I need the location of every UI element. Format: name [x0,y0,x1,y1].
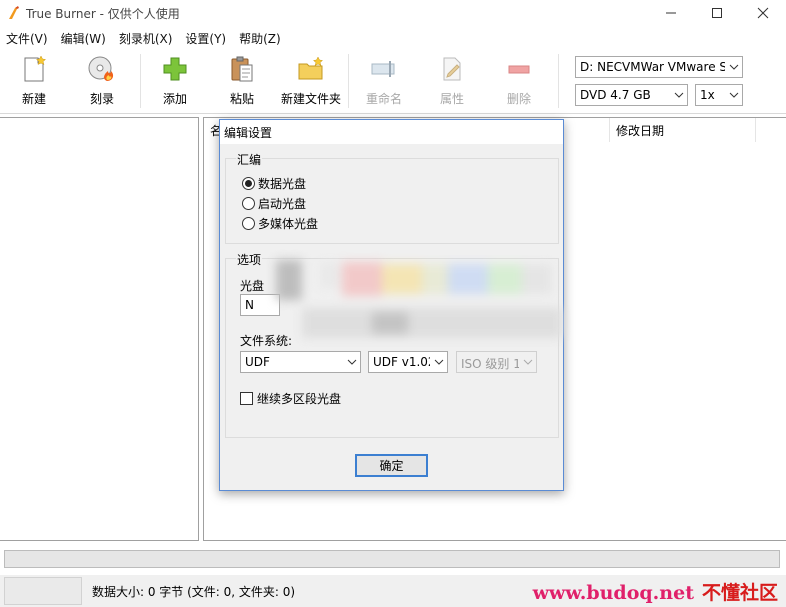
radio-data-disc-label: 数据光盘 [258,177,307,191]
maximize-icon [712,8,722,18]
file-system-value: UDF [245,355,270,369]
rename-button-label: 重命名 [365,92,402,106]
add-button[interactable]: 添加 [153,54,197,112]
speed-select[interactable]: 1x [695,84,743,106]
column-header-modified-label: 修改日期 [616,124,665,138]
disc-type-select[interactable]: DVD 4.7 GB [575,84,688,106]
multisession-label: 继续多区段光盘 [257,392,342,406]
new-document-icon [24,55,47,82]
status-bar: 数据大小: 0 字节 (文件: 0, 文件夹: 0) www.budoq.net… [0,575,786,607]
minimize-button[interactable] [648,0,694,26]
toolbar-separator [558,54,559,108]
watermark: www.budoq.net 不懂社区 [533,578,778,605]
multisession-checkbox[interactable]: 继续多区段光盘 [240,390,341,407]
menu-file[interactable]: 文件(V) [0,27,55,47]
rename-button[interactable]: 重命名 [362,54,406,112]
rename-icon [371,61,395,77]
delete-minus-icon [508,65,530,74]
udf-version-value: UDF v1.02 [373,355,436,369]
speed-value: 1x [700,88,715,102]
add-plus-icon [163,57,187,81]
chevron-down-icon [343,352,360,372]
chevron-down-icon [519,352,536,372]
file-system-select[interactable]: UDF [240,351,361,373]
menu-recorder[interactable]: 刻录机(X) [113,27,180,47]
iso-level-select[interactable]: ISO 级别 1 [456,351,537,373]
options-group-label: 选项 [236,251,263,268]
paste-button[interactable]: 粘贴 [220,54,264,112]
radio-boot-disc[interactable]: 启动光盘 [242,195,306,212]
chevron-down-icon [430,352,447,372]
drive-select[interactable]: D: NECVMWar VMware S [575,56,743,78]
radio-boot-disc-label: 启动光盘 [258,197,307,211]
burn-button[interactable]: 刻录 [80,54,124,112]
add-button-label: 添加 [162,92,187,106]
radio-multimedia-disc-label: 多媒体光盘 [258,217,319,231]
radio-selected-dot [245,180,252,187]
properties-icon [443,57,461,81]
disc-label-value: N [245,298,254,312]
delete-button-label: 删除 [506,92,531,106]
radio-button [242,197,255,210]
menu-help[interactable]: 帮助(Z) [233,27,288,47]
close-icon [757,7,769,19]
minimize-icon [666,12,676,14]
toolbar: 新建 刻录 添加 粘贴 新建文件夹 重命名 属性 删除 D: NECVMWar … [0,48,786,114]
chevron-down-icon [725,85,742,105]
menu-settings[interactable]: 设置(Y) [179,27,233,47]
watermark-site-name: 不懂社区 [701,582,778,604]
app-flame-icon [9,6,19,19]
obscured-region [262,260,562,352]
radio-button [242,177,255,190]
menu-bar: 文件(V) 编辑(W) 刻录机(X) 设置(Y) 帮助(Z) [0,27,786,47]
disc-label-caption: 光盘 [240,279,265,293]
new-folder-icon [298,56,324,80]
checkbox [240,392,253,405]
udf-version-select[interactable]: UDF v1.02 [368,351,448,373]
status-text: 数据大小: 0 字节 (文件: 0, 文件夹: 0) [92,585,296,599]
disc-type-value: DVD 4.7 GB [580,88,651,102]
delete-button[interactable]: 删除 [497,54,541,112]
burn-progress-bar [4,550,780,568]
status-cell [4,577,82,605]
chevron-down-icon [725,57,742,77]
chevron-down-icon [670,85,687,105]
edit-settings-dialog: 编辑设置 汇编 数据光盘 启动光盘 多媒体光盘 选项 光盘 N 文件系统: UD… [219,119,564,491]
compile-group: 汇编 数据光盘 启动光盘 多媒体光盘 [225,151,559,244]
title-bar: True Burner - 仅供个人使用 [0,0,786,26]
compile-group-label: 汇编 [236,151,263,168]
watermark-url: www.budoq.net [532,582,694,604]
menu-edit[interactable]: 编辑(W) [55,27,113,47]
window-title: True Burner - 仅供个人使用 [26,7,180,21]
drive-select-value: D: NECVMWar VMware S [580,60,728,74]
toolbar-separator [348,54,349,108]
new-button[interactable]: 新建 [12,54,56,112]
folder-tree-pane[interactable] [0,117,199,541]
new-folder-button-label: 新建文件夹 [280,92,341,106]
properties-button[interactable]: 属性 [430,54,474,112]
close-window-button[interactable] [740,0,786,26]
toolbar-separator [140,54,141,108]
new-folder-button[interactable]: 新建文件夹 [278,54,344,112]
burn-button-label: 刻录 [89,92,114,106]
burn-disc-icon [88,56,114,81]
paste-button-label: 粘贴 [229,92,254,106]
properties-button-label: 属性 [439,92,464,106]
radio-data-disc[interactable]: 数据光盘 [242,175,306,192]
new-button-label: 新建 [21,92,46,106]
radio-multimedia-disc[interactable]: 多媒体光盘 [242,215,318,232]
dialog-title: 编辑设置 [220,120,563,144]
ok-button-label: 确定 [379,459,404,473]
paste-clipboard-icon [231,56,253,82]
iso-level-value: ISO 级别 1 [461,357,521,371]
ok-button[interactable]: 确定 [355,454,428,477]
column-header-modified[interactable]: 修改日期 [610,118,756,142]
maximize-button[interactable] [694,0,740,26]
radio-button [242,217,255,230]
